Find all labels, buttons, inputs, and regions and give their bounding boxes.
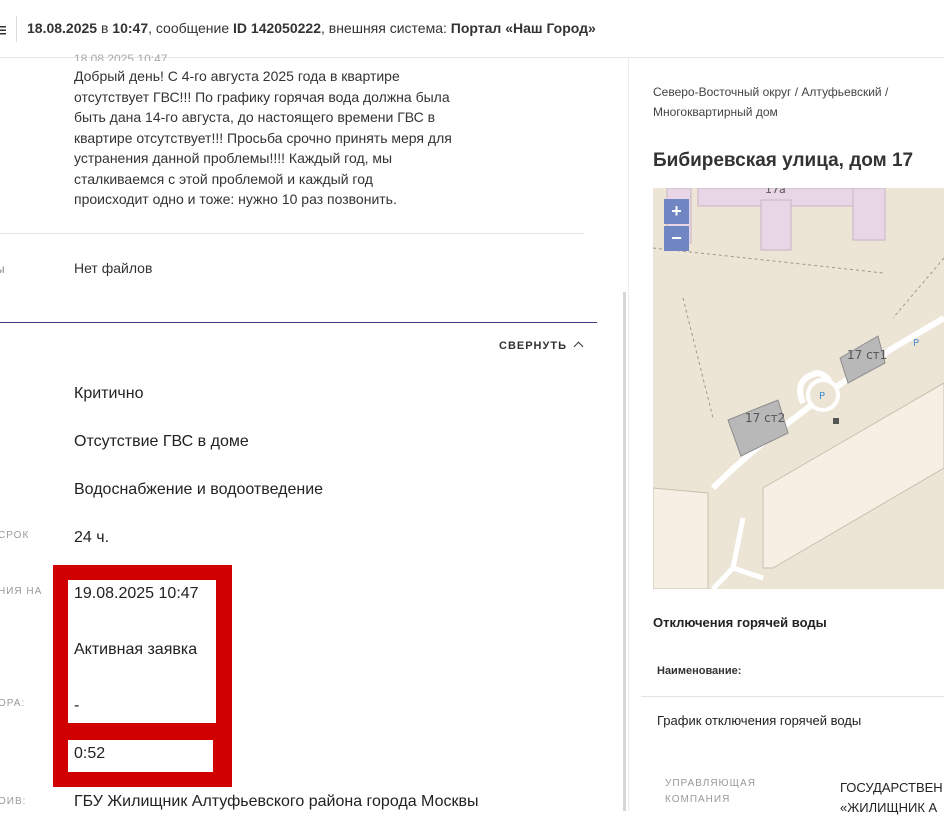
system-word: , внешняя система: (320, 20, 451, 36)
zoom-out-button[interactable]: − (664, 226, 689, 251)
header-divider (16, 16, 17, 42)
collapse-button[interactable]: СВЕРНУТЬ (499, 340, 584, 352)
due-date-value: 19.08.2025 10:47 (74, 585, 199, 602)
deadline-value: 24 ч. (74, 529, 110, 546)
problem-label: : (0, 436, 2, 447)
chevron-up-icon (573, 341, 584, 352)
map-label-17st1: 17 ст1 (847, 348, 887, 362)
due-date-label: НИЯ НА (0, 586, 43, 597)
request-time: 10:47 (112, 20, 149, 36)
message-word: , сообщение (148, 20, 234, 36)
mc-label-line: КОМПАНИЯ (665, 794, 731, 805)
problem-value: Отсутствие ГВС в доме (74, 433, 249, 450)
breadcrumb: Северо-Восточный округ / Алтуфьевский / … (653, 82, 933, 122)
pane-divider (628, 57, 629, 811)
oiv-label: ОИВ: (0, 796, 27, 807)
message-date: 18.08.2025 10:47 (74, 52, 168, 61)
mc-label-line: УПРАВЛЯЮЩАЯ (665, 778, 756, 789)
map-canvas: 17а 17 ст2 17 ст1 P P (653, 188, 944, 589)
at-word: в (97, 20, 113, 36)
executor-value: - (74, 697, 80, 714)
request-header: 18.08.2025 в 10:47, сообщение ID 1420502… (27, 20, 596, 36)
executor-label: ОРА: (0, 698, 26, 709)
message-line: устранения данной проблемы!!!! Каждый го… (74, 150, 393, 166)
files-value: Нет файлов (74, 260, 153, 276)
zoom-in-button[interactable]: + (664, 199, 689, 224)
message-text: Добрый день! С 4-го августа 2025 года в … (74, 66, 454, 210)
map-zoom-controls: + − (664, 199, 689, 251)
divider (0, 233, 584, 234)
message-line: сталкиваемся с этой проблемой и каждый г… (74, 170, 373, 187)
oiv-value: ГБУ Жилищник Алтуфьевского района города… (74, 793, 479, 810)
left-scrollbar[interactable] (623, 292, 626, 811)
priority-value: Критично (74, 385, 144, 402)
message-line: быть дана 14-го августа, до настоящего в… (74, 109, 436, 125)
address-title: Бибиревская улица, дом 17 (653, 150, 914, 171)
management-company-label: УПРАВЛЯЮЩАЯ КОМПАНИЯ (665, 776, 785, 808)
files-label: ы (0, 262, 5, 276)
message-line: Добрый день! С 4-го августа 2025 года в … (74, 68, 400, 84)
external-system-name: Портал «Наш Город» (450, 20, 596, 36)
breadcrumb-line: Северо-Восточный округ / Алтуфьевский / (653, 85, 889, 99)
mc-value-line: ГОСУДАРСТВЕН (840, 780, 943, 795)
divider (641, 696, 944, 697)
breadcrumb-line: Многоквартирный дом (653, 105, 778, 119)
message-line: квартире отсутствует!!! Просьба срочно п… (74, 129, 452, 146)
mc-value-line: «ЖИЛИЩНИК А (840, 800, 938, 815)
message-line: происходит одно и тоже: нужно 10 раз поз… (74, 191, 397, 207)
section-divider (0, 322, 597, 323)
hot-water-outages-title: Отключения горячей воды (653, 615, 827, 630)
map-view[interactable]: 17а 17 ст2 17 ст1 P P (653, 188, 944, 589)
management-company-value: ГОСУДАРСТВЕН «ЖИЛИЩНИК А (840, 778, 943, 818)
request-id: ID 142050222 (233, 20, 321, 36)
map-label-17a: 17а (765, 188, 786, 196)
hamburger-icon[interactable] (0, 24, 6, 38)
name-column-label: Наименование: (657, 665, 742, 677)
parking-icon: P (913, 338, 919, 349)
request-date: 18.08.2025 (27, 20, 98, 36)
outage-schedule-link[interactable]: График отключения горячей воды (657, 713, 861, 728)
remaining-time-value: 0:52 (74, 745, 106, 762)
map-label-17st2: 17 ст2 (745, 411, 785, 425)
parking-icon: P (819, 391, 825, 402)
deadline-label: СРОК (0, 530, 30, 541)
message-line: отсутствует ГВС!!! По графику горячая во… (74, 88, 450, 105)
status-value: Активная заявка (74, 641, 198, 658)
collapse-label: СВЕРНУТЬ (499, 340, 567, 352)
category-value: Водоснабжение и водоотведение (74, 481, 324, 498)
map-marker-icon (833, 418, 839, 424)
